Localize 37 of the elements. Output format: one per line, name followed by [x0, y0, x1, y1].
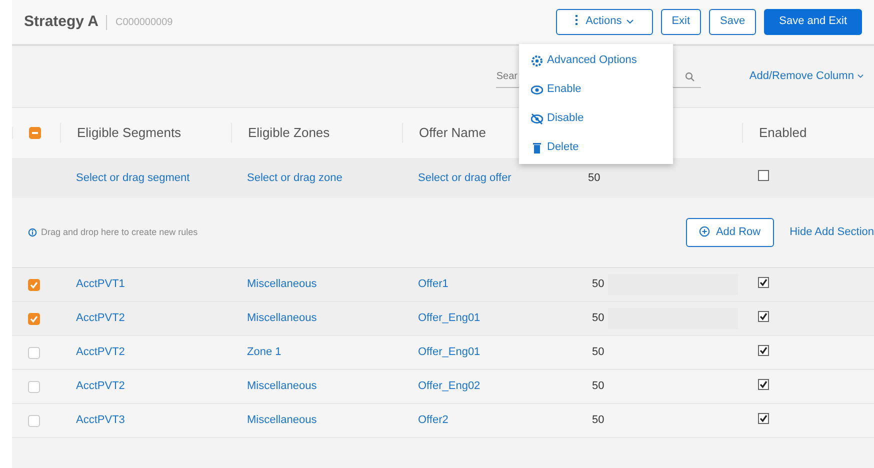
zone-link[interactable]: Miscellaneous: [231, 310, 402, 327]
value-text: 50: [587, 170, 602, 186]
exit-button[interactable]: Exit: [660, 9, 702, 35]
actions-button[interactable]: Actions: [556, 9, 653, 35]
offer-picker[interactable]: Select or drag offer: [402, 170, 572, 186]
menu-item[interactable]: Enable: [519, 75, 673, 104]
page-title: Strategy A: [24, 12, 98, 32]
save-button[interactable]: Save: [709, 9, 756, 35]
segment-link[interactable]: AcctPVT2: [60, 378, 231, 395]
zone-link[interactable]: Miscellaneous: [231, 276, 402, 293]
drop-hint-text: Drag and drop here to create new rules: [41, 226, 198, 239]
segment-link[interactable]: AcctPVT2: [60, 344, 231, 361]
column-header: Eligible Zones: [231, 123, 402, 143]
offer-link[interactable]: Offer1: [402, 276, 572, 293]
column-header: Eligible Segments: [60, 123, 231, 143]
offer-link[interactable]: Offer_Eng02: [402, 378, 572, 395]
zone-link[interactable]: Miscellaneous: [231, 412, 402, 429]
value-text: 50: [591, 413, 606, 428]
offer-link[interactable]: Offer_Eng01: [402, 310, 572, 327]
zone-link[interactable]: Miscellaneous: [231, 378, 402, 395]
segment-link[interactable]: AcctPVT1: [60, 276, 231, 293]
segment-link[interactable]: AcctPVT2: [60, 310, 231, 327]
zone-picker[interactable]: Select or drag zone: [231, 170, 402, 186]
menu-item[interactable]: Advanced Options: [519, 46, 673, 75]
strategy-code: C000000009: [106, 14, 173, 30]
offer-link[interactable]: Offer_Eng01: [402, 344, 572, 361]
offer-link[interactable]: Offer2: [402, 412, 572, 429]
value-text: 50: [591, 345, 606, 360]
segment-picker[interactable]: Select or drag segment: [60, 170, 231, 186]
hide-section-link[interactable]: Hide Add Section: [790, 224, 874, 241]
save-and-exit-button[interactable]: Save and Exit: [764, 9, 862, 35]
add-row-button[interactable]: Add Row: [686, 218, 774, 248]
segment-link[interactable]: AcctPVT3: [60, 412, 231, 429]
column-picker-link[interactable]: Add/Remove Column: [749, 68, 864, 85]
column-header: Enabled: [742, 123, 874, 143]
zone-link[interactable]: Zone 1: [231, 344, 402, 361]
value-text: 50: [591, 379, 606, 394]
